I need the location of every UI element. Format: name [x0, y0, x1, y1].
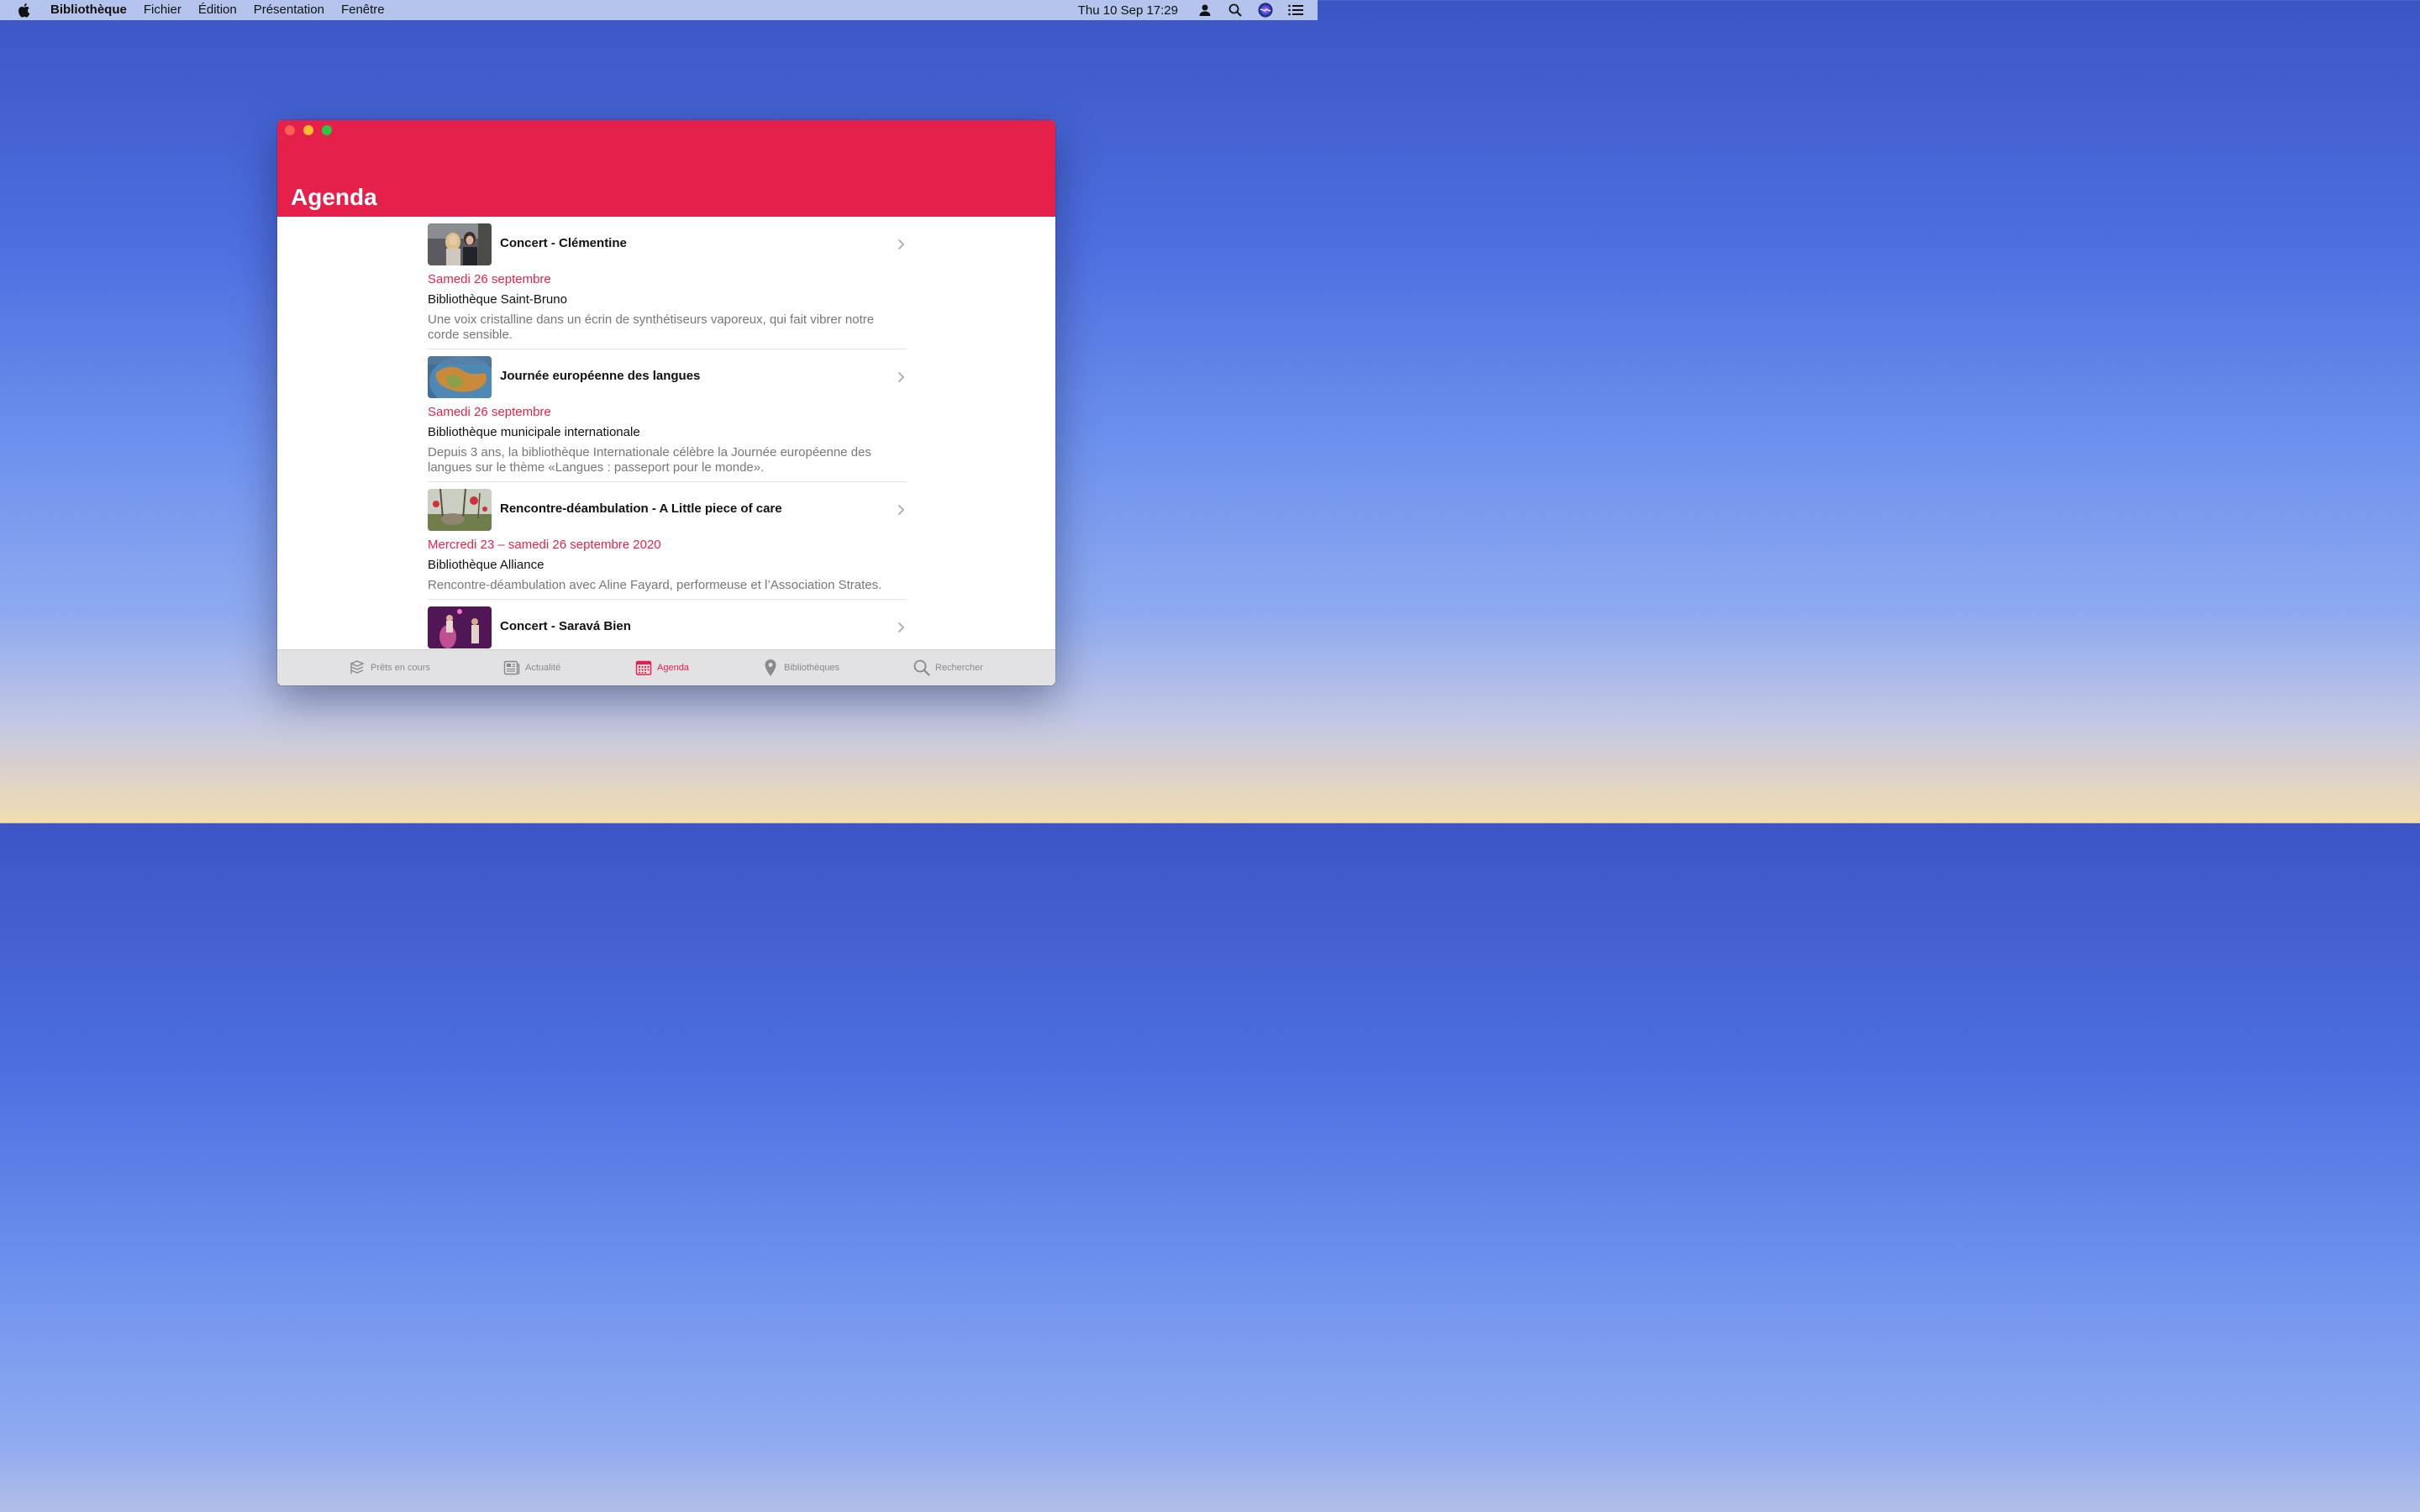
calendar-icon	[635, 659, 652, 676]
siri-icon[interactable]	[1257, 2, 1274, 18]
page-title: Agenda	[291, 184, 377, 210]
event-date: Mercredi 23 – samedi 26 septembre 2020	[428, 538, 661, 552]
event-place: Bibliothèque Alliance	[428, 558, 544, 572]
event-description: Une voix cristalline dans un écrin de sy…	[428, 312, 875, 342]
notification-center-icon[interactable]	[1287, 2, 1304, 18]
event-date: Samedi 26 septembre	[428, 405, 551, 419]
window-zoom-button[interactable]	[322, 125, 332, 135]
tab-actualite[interactable]: Actualité	[503, 650, 560, 685]
event-date: Samedi 26 septembre	[428, 272, 551, 286]
event-title: Rencontre-déambulation - A Little piece …	[500, 501, 782, 516]
chevron-right-icon	[895, 238, 907, 251]
menu-clock[interactable]: Thu 10 Sep 17:29	[1078, 3, 1178, 18]
event-title: Journée européenne des langues	[500, 369, 701, 383]
event-row-clementine[interactable]: Concert - Clémentine Samedi 26 septembre…	[428, 223, 907, 343]
event-thumbnail-clementine	[428, 223, 492, 265]
tab-rechercher[interactable]: Rechercher	[913, 650, 983, 685]
menu-edition[interactable]: Édition	[198, 0, 237, 20]
window-close-button[interactable]	[285, 125, 295, 135]
tab-label: Rechercher	[935, 663, 983, 673]
tab-label: Agenda	[657, 663, 689, 673]
tab-label: Actualité	[525, 663, 561, 673]
search-icon	[913, 659, 930, 676]
tab-label: Prêts en cours	[371, 663, 430, 673]
map-pin-icon	[762, 659, 779, 676]
tab-prets-en-cours[interactable]: Prêts en cours	[349, 650, 430, 685]
newspaper-icon	[503, 659, 520, 676]
books-icon	[349, 659, 366, 676]
tab-agenda[interactable]: Agenda	[635, 650, 689, 685]
event-place: Bibliothèque Saint-Bruno	[428, 292, 567, 307]
tab-label: Bibliothèques	[784, 663, 840, 673]
chevron-right-icon	[895, 503, 907, 517]
event-thumbnail-langues	[428, 356, 492, 398]
event-title: Concert - Saravá Bien	[500, 619, 631, 633]
event-description: Rencontre-déambulation avec Aline Fayard…	[428, 578, 882, 592]
event-place: Bibliothèque municipale internationale	[428, 425, 640, 439]
menu-fichier[interactable]: Fichier	[144, 0, 182, 20]
menu-presentation[interactable]: Présentation	[254, 0, 324, 20]
chevron-right-icon	[895, 621, 907, 634]
menu-fenetre[interactable]: Fenêtre	[341, 0, 385, 20]
spotlight-search-icon[interactable]	[1227, 2, 1244, 18]
tab-bibliotheques[interactable]: Bibliothèques	[762, 650, 839, 685]
title-bar: Agenda	[277, 120, 1055, 217]
event-row-sarava[interactable]: Concert - Saravá Bien	[428, 606, 907, 648]
apple-logo-icon[interactable]	[17, 3, 34, 18]
event-title: Concert - Clémentine	[500, 236, 627, 250]
user-icon[interactable]	[1197, 2, 1213, 18]
row-divider	[428, 481, 907, 482]
window-minimize-button[interactable]	[303, 125, 313, 135]
menu-bar: Bibliothèque Fichier Édition Présentatio…	[0, 0, 1318, 20]
event-thumbnail-sarava	[428, 606, 492, 648]
menu-app-name[interactable]: Bibliothèque	[50, 0, 127, 20]
app-window: Agenda Concert - Clémentine Samedi 26 se…	[277, 120, 1055, 685]
event-row-rencontre[interactable]: Rencontre-déambulation - A Little piece …	[428, 489, 907, 593]
row-divider	[428, 599, 907, 600]
event-list[interactable]: Concert - Clémentine Samedi 26 septembre…	[277, 217, 1055, 650]
event-description: Depuis 3 ans, la bibliothèque Internatio…	[428, 445, 871, 475]
event-thumbnail-rencontre	[428, 489, 492, 531]
tab-bar: Prêts en cours Actualité Agenda Biblioth…	[277, 649, 1055, 685]
chevron-right-icon	[895, 370, 907, 384]
event-row-langues[interactable]: Journée européenne des langues Samedi 26…	[428, 356, 907, 475]
